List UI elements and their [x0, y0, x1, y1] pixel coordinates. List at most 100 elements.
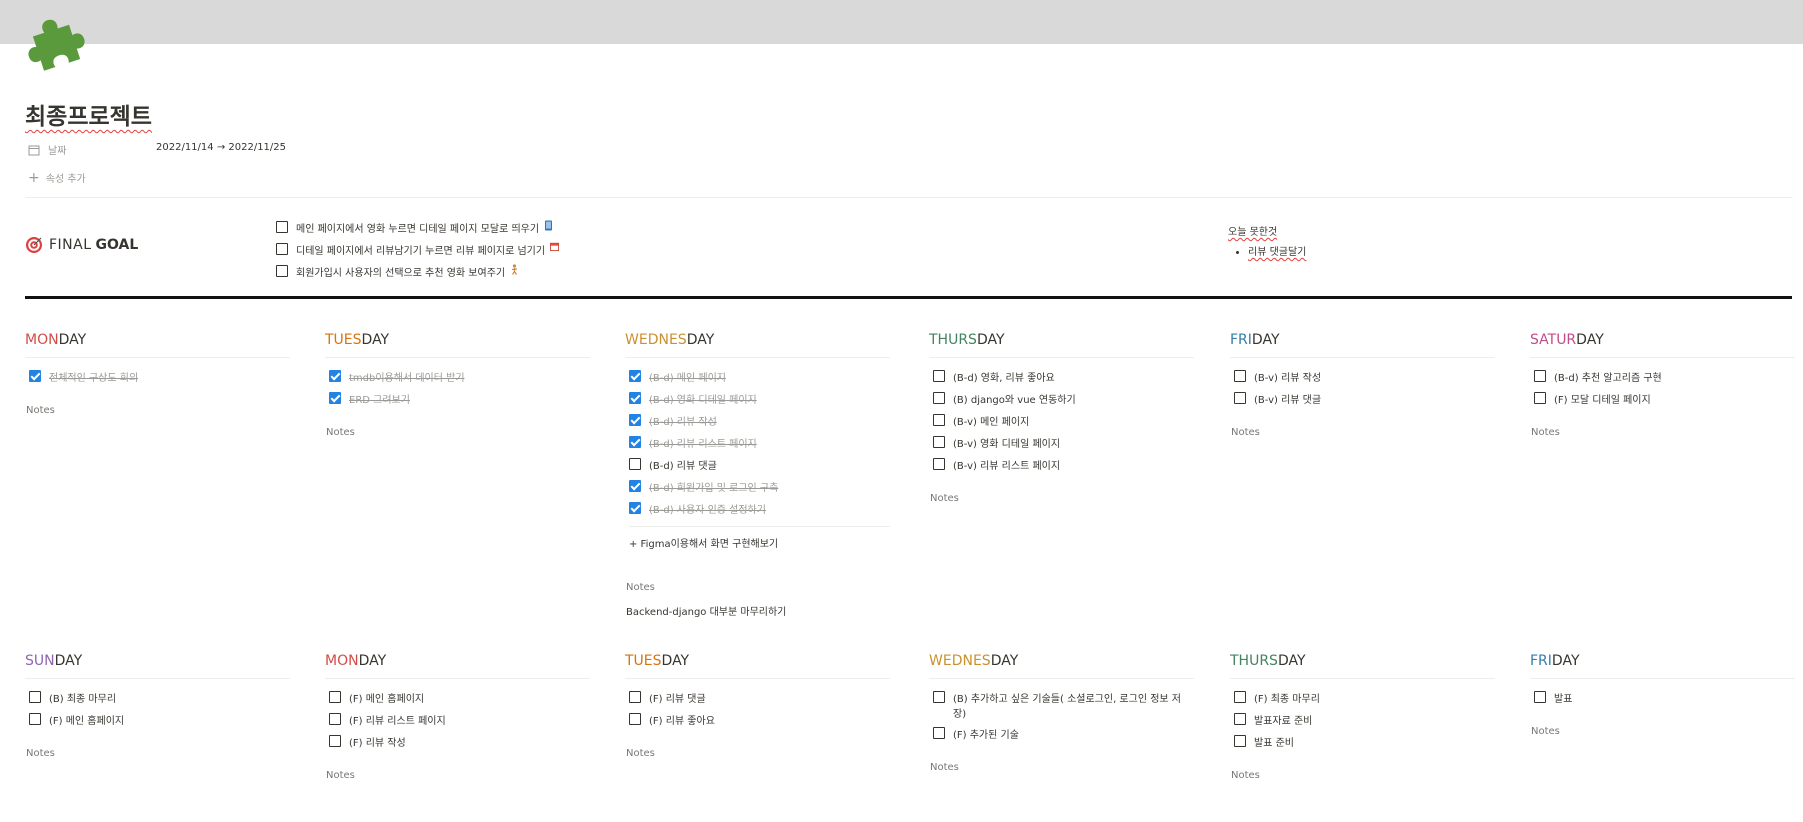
day-heading[interactable]: TUESDAY: [625, 653, 890, 679]
checkbox-checked[interactable]: [629, 414, 641, 426]
checkbox[interactable]: [1234, 713, 1246, 725]
todo-text[interactable]: (B-v) 리뷰 리스트 페이지: [953, 457, 1060, 472]
checkbox[interactable]: [933, 458, 945, 470]
day-heading[interactable]: MONDAY: [25, 332, 290, 358]
checkbox[interactable]: [1534, 691, 1546, 703]
checkbox-checked[interactable]: [29, 370, 41, 382]
todo-item[interactable]: (F) 최종 마무리: [1234, 690, 1495, 712]
todo-text[interactable]: (B-d) 리뷰 댓글: [649, 457, 717, 472]
todo-item[interactable]: (B) 최종 마무리: [29, 690, 290, 712]
todo-text[interactable]: (B-d) 영화 디테일 페이지: [649, 391, 757, 406]
todo-item[interactable]: (F) 리뷰 좋아요: [629, 712, 890, 734]
day-heading[interactable]: WEDNESDAY: [929, 653, 1194, 679]
add-property-button[interactable]: + 속성 추가: [28, 170, 86, 186]
todo-item[interactable]: (B-d) 사용자 인증 설정하기: [629, 501, 890, 523]
todo-text[interactable]: 발표: [1554, 690, 1572, 705]
checkbox[interactable]: [276, 221, 288, 233]
day-heading[interactable]: SATURDAY: [1530, 332, 1795, 358]
todo-text[interactable]: (B-d) 추천 알고리즘 구현: [1554, 369, 1662, 384]
todo-text[interactable]: (B-v) 메인 페이지: [953, 413, 1029, 428]
todo-text[interactable]: (F) 메인 홈페이지: [49, 712, 124, 727]
checkbox[interactable]: [276, 265, 288, 277]
notes-text[interactable]: Backend-django 대부분 마무리하기: [626, 603, 890, 618]
todo-item[interactable]: (B-d) 리뷰 댓글: [629, 457, 890, 479]
todo-text[interactable]: 디테일 페이지에서 리뷰남기기 누르면 리뷰 페이지로 넘기기: [296, 242, 545, 257]
todo-item[interactable]: (B) django와 vue 연동하기: [933, 391, 1194, 413]
checkbox[interactable]: [629, 713, 641, 725]
checkbox-checked[interactable]: [329, 392, 341, 404]
todo-text[interactable]: (B) 최종 마무리: [49, 690, 116, 705]
not-done-item[interactable]: 리뷰 댓글달기: [1248, 243, 1306, 258]
checkbox-checked[interactable]: [629, 392, 641, 404]
todo-item[interactable]: 발표: [1534, 690, 1795, 712]
todo-item[interactable]: (B-d) 리뷰 리스트 페이지: [629, 435, 890, 457]
todo-text[interactable]: (F) 리뷰 댓글: [649, 690, 706, 705]
todo-item[interactable]: (B-v) 리뷰 작성: [1234, 369, 1495, 391]
todo-item[interactable]: (F) 추가된 기술: [933, 726, 1194, 748]
todo-text[interactable]: (F) 리뷰 작성: [349, 734, 406, 749]
page-title[interactable]: 최종프로젝트: [25, 97, 152, 131]
todo-item[interactable]: (B-d) 영화, 리뷰 좋아요: [933, 369, 1194, 391]
day-heading[interactable]: TUESDAY: [325, 332, 590, 358]
checkbox-checked[interactable]: [629, 502, 641, 514]
todo-item[interactable]: 발표 준비: [1234, 734, 1495, 756]
checkbox[interactable]: [933, 691, 945, 703]
todo-item[interactable]: (B-d) 추천 알고리즘 구현: [1534, 369, 1795, 391]
day-heading[interactable]: FRIDAY: [1230, 332, 1495, 358]
todo-text[interactable]: (F) 리뷰 좋아요: [649, 712, 715, 727]
todo-text[interactable]: 발표 준비: [1254, 734, 1294, 749]
checkbox[interactable]: [629, 691, 641, 703]
checkbox[interactable]: [933, 436, 945, 448]
todo-text[interactable]: (B-d) 회원가입 및 로그인 구축: [649, 479, 778, 494]
todo-item[interactable]: 메인 페이지에서 영화 누르면 디테일 페이지 모달로 띄우기: [276, 220, 559, 242]
todo-item[interactable]: 발표자료 준비: [1234, 712, 1495, 734]
todo-text[interactable]: (F) 메인 홈페이지: [349, 690, 424, 705]
date-value[interactable]: 2022/11/14 → 2022/11/25: [156, 142, 286, 153]
checkbox[interactable]: [29, 691, 41, 703]
todo-item[interactable]: (F) 리뷰 작성: [329, 734, 590, 756]
todo-item[interactable]: (B-d) 영화 디테일 페이지: [629, 391, 890, 413]
todo-item[interactable]: (B-d) 리뷰 작성: [629, 413, 890, 435]
todo-text[interactable]: (B) django와 vue 연동하기: [953, 391, 1076, 406]
todo-item[interactable]: (B-d) 회원가입 및 로그인 구축: [629, 479, 890, 501]
todo-text[interactable]: tmdb이용해서 데이터 받기: [349, 369, 465, 384]
todo-item[interactable]: (B-v) 영화 디테일 페이지: [933, 435, 1194, 457]
todo-text[interactable]: (B-d) 리뷰 리스트 페이지: [649, 435, 757, 450]
todo-text[interactable]: (B-d) 메인 페이지: [649, 369, 726, 384]
todo-item[interactable]: (B-v) 리뷰 댓글: [1234, 391, 1495, 413]
todo-text[interactable]: (B-d) 영화, 리뷰 좋아요: [953, 369, 1055, 384]
checkbox[interactable]: [1534, 392, 1546, 404]
todo-item[interactable]: (B-v) 메인 페이지: [933, 413, 1194, 435]
todo-text[interactable]: 회원가입시 사용자의 선택으로 추천 영화 보여주기: [296, 264, 505, 279]
checkbox[interactable]: [329, 735, 341, 747]
checkbox-checked[interactable]: [629, 480, 641, 492]
checkbox[interactable]: [329, 713, 341, 725]
checkbox[interactable]: [933, 727, 945, 739]
date-property-label[interactable]: 날짜: [28, 142, 66, 157]
todo-item[interactable]: (B-d) 메인 페이지: [629, 369, 890, 391]
puzzle-piece-icon[interactable]: [22, 10, 88, 72]
todo-text[interactable]: (F) 모달 디테일 페이지: [1554, 391, 1651, 406]
todo-text[interactable]: (B-v) 리뷰 작성: [1254, 369, 1321, 384]
todo-item[interactable]: 전체적인 구상도 회의: [29, 369, 290, 391]
todo-text[interactable]: (B-d) 사용자 인증 설정하기: [649, 501, 766, 516]
checkbox[interactable]: [1234, 691, 1246, 703]
checkbox[interactable]: [1234, 370, 1246, 382]
todo-item[interactable]: (F) 메인 홈페이지: [29, 712, 290, 734]
day-heading[interactable]: MONDAY: [325, 653, 590, 679]
day-heading[interactable]: THURSDAY: [1230, 653, 1495, 679]
checkbox-checked[interactable]: [629, 436, 641, 448]
checkbox-checked[interactable]: [329, 370, 341, 382]
todo-text[interactable]: 발표자료 준비: [1254, 712, 1312, 727]
day-heading[interactable]: THURSDAY: [929, 332, 1194, 358]
todo-item[interactable]: (B-v) 리뷰 리스트 페이지: [933, 457, 1194, 479]
checkbox[interactable]: [29, 713, 41, 725]
day-heading[interactable]: WEDNESDAY: [625, 332, 890, 358]
add-item-button[interactable]: + Figma이용해서 화면 구현해보기: [629, 526, 890, 550]
checkbox[interactable]: [933, 370, 945, 382]
day-heading[interactable]: FRIDAY: [1530, 653, 1795, 679]
todo-item[interactable]: 회원가입시 사용자의 선택으로 추천 영화 보여주기: [276, 264, 559, 286]
todo-text[interactable]: (B-v) 리뷰 댓글: [1254, 391, 1321, 406]
todo-text[interactable]: ERD 그려보기: [349, 391, 410, 406]
todo-item[interactable]: (F) 모달 디테일 페이지: [1534, 391, 1795, 413]
